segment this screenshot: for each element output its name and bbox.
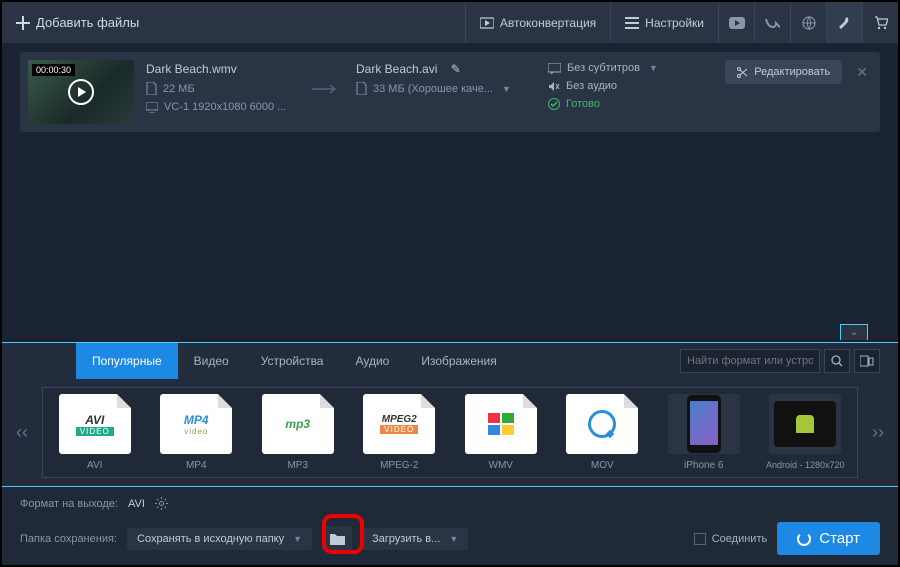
format-mp4[interactable]: MP4video MP4: [151, 394, 243, 471]
merge-checkbox[interactable]: Соединить: [694, 533, 768, 545]
tab-images[interactable]: Изображения: [405, 343, 512, 379]
save-folder-dropdown[interactable]: Сохранять в исходную папку▼: [127, 528, 312, 550]
format-wmv[interactable]: WMV: [455, 394, 547, 471]
autoconvert-button[interactable]: Автоконвертация: [465, 2, 610, 43]
format-search-input[interactable]: [680, 349, 820, 373]
audio-dropdown[interactable]: Без аудио: [548, 80, 688, 92]
settings-label: Настройки: [645, 16, 704, 30]
app-header: Добавить файлы Автоконвертация Настройки: [2, 2, 898, 44]
add-files-label: Добавить файлы: [36, 15, 139, 30]
video-thumbnail[interactable]: 00:00:30: [28, 60, 134, 124]
refresh-icon: [797, 532, 811, 546]
autoconvert-icon: [480, 17, 494, 29]
play-icon[interactable]: [68, 79, 94, 105]
output-filename: Dark Beach.avi: [356, 62, 437, 76]
folder-icon: [330, 533, 345, 545]
youtube-icon[interactable]: [718, 2, 754, 43]
edit-button[interactable]: Редактировать: [725, 60, 842, 84]
source-filename: Dark Beach.wmv: [146, 62, 296, 76]
audio-icon: [548, 81, 560, 92]
start-button[interactable]: Старт: [777, 522, 880, 555]
vk-icon[interactable]: [754, 2, 790, 43]
autoconvert-label: Автоконвертация: [500, 16, 596, 30]
output-format-label: Формат на выходе:: [20, 498, 118, 510]
subtitles-dropdown[interactable]: Без субтитров▼: [548, 62, 688, 74]
tab-popular[interactable]: Популярные: [76, 343, 178, 379]
bottom-bar: Формат на выходе: AVI Папка сохранения: …: [2, 487, 898, 565]
source-codec: VC-1 1920x1080 6000 ...: [164, 101, 286, 113]
browse-folder-button[interactable]: [322, 526, 352, 552]
detect-device-icon[interactable]: [854, 349, 880, 373]
format-mpeg2[interactable]: MPEG2VIDEO MPEG-2: [354, 394, 446, 471]
format-android[interactable]: Android - 1280x720: [760, 394, 852, 471]
file-icon: [146, 82, 157, 95]
format-settings-button[interactable]: [155, 497, 168, 510]
collapse-panel-button[interactable]: ⌄: [840, 324, 868, 340]
globe-icon[interactable]: [790, 2, 826, 43]
scissors-icon: [737, 67, 748, 78]
tab-video[interactable]: Видео: [178, 343, 245, 379]
rename-icon[interactable]: ✎: [451, 62, 461, 76]
quicktime-icon: [588, 410, 616, 438]
android-tablet-icon: [774, 401, 836, 447]
plus-icon: [16, 16, 30, 30]
search-icon[interactable]: [824, 349, 850, 373]
file-icon: [356, 82, 367, 95]
file-row[interactable]: 00:00:30 Dark Beach.wmv 22 МБ VC-1 1920x…: [20, 52, 880, 132]
resolution-icon: [146, 102, 158, 113]
iphone-icon: [687, 395, 721, 453]
tab-devices[interactable]: Устройства: [245, 343, 340, 379]
add-files-button[interactable]: Добавить файлы: [2, 15, 153, 30]
save-folder-label: Папка сохранения:: [20, 533, 117, 545]
formats-list: AVIVIDEO AVI MP4video MP4 mp3 MP3 MPEG2V…: [42, 387, 858, 478]
format-tabs: Популярные Видео Устройства Аудио Изобра…: [2, 343, 898, 379]
file-list: 00:00:30 Dark Beach.wmv 22 МБ VC-1 1920x…: [2, 44, 898, 140]
arrow-icon: [308, 60, 344, 94]
cart-icon[interactable]: [862, 2, 898, 43]
settings-button[interactable]: Настройки: [610, 2, 718, 43]
format-mov[interactable]: MOV: [557, 394, 649, 471]
formats-next-button[interactable]: ››: [858, 422, 898, 443]
output-size-quality[interactable]: 33 МБ (Хорошее каче...: [373, 83, 493, 95]
tab-audio[interactable]: Аудио: [339, 343, 405, 379]
source-size: 22 МБ: [163, 83, 195, 95]
check-circle-icon: [548, 98, 560, 110]
remove-file-button[interactable]: ✕: [852, 60, 872, 85]
windows-icon: [488, 413, 514, 435]
format-mp3[interactable]: mp3 MP3: [252, 394, 344, 471]
format-panel: Популярные Видео Устройства Аудио Изобра…: [2, 342, 898, 487]
hamburger-icon: [625, 17, 639, 29]
upload-to-dropdown[interactable]: Загрузить в...▼: [362, 528, 468, 550]
status-text: Готово: [566, 98, 600, 110]
wrench-icon[interactable]: [826, 2, 862, 43]
format-avi[interactable]: AVIVIDEO AVI: [49, 394, 141, 471]
format-iphone6[interactable]: iPhone 6: [658, 394, 750, 471]
output-format-value: AVI: [128, 498, 145, 510]
subtitle-icon: [548, 63, 561, 74]
duration-badge: 00:00:30: [32, 64, 75, 76]
formats-prev-button[interactable]: ‹‹: [2, 422, 42, 443]
